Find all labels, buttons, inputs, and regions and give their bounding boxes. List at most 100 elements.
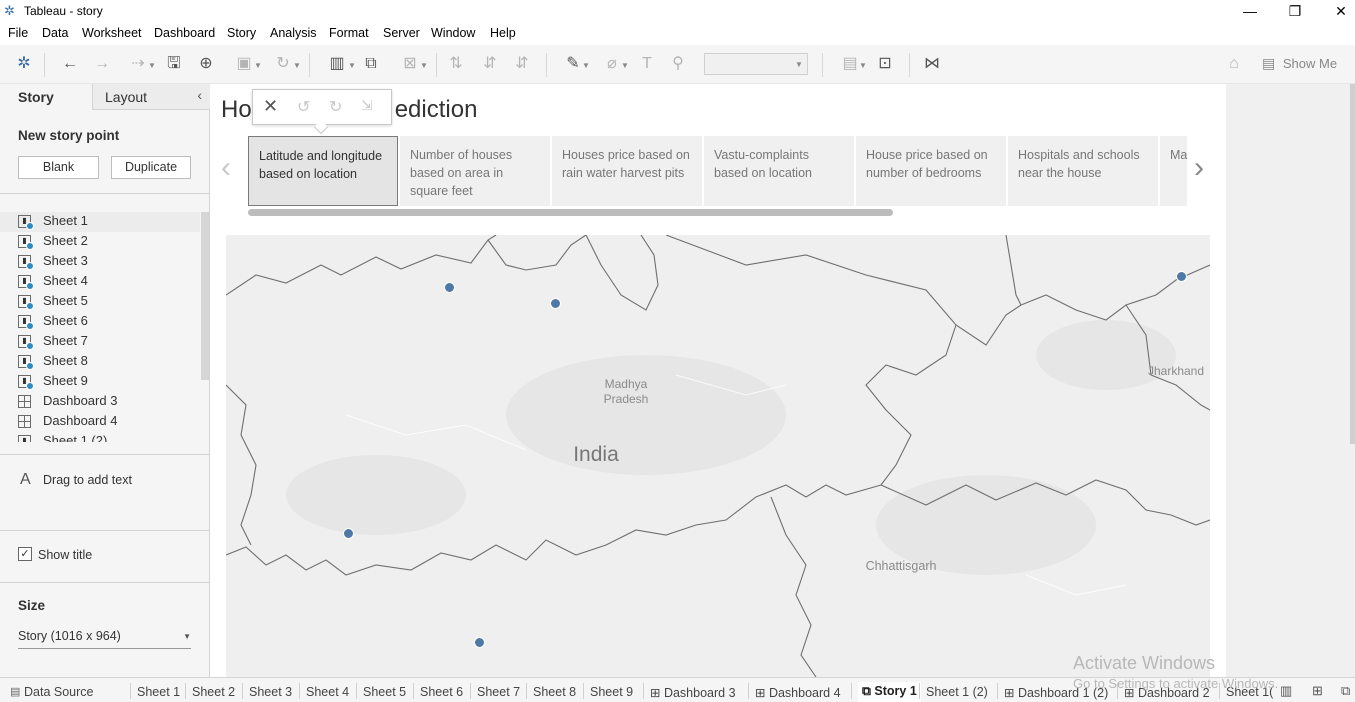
menu-analysis[interactable]: Analysis <box>270 26 317 40</box>
tableau-logo-icon: ✲ <box>4 3 15 18</box>
menu-story[interactable]: Story <box>227 26 256 40</box>
story-point-4[interactable]: Vastu-complaints based on location <box>704 136 854 206</box>
sheet-list-item[interactable]: ▮ Sheet 8 <box>18 352 198 372</box>
sheet-list-item[interactable]: ▮ Sheet 2 <box>18 232 198 252</box>
sheet-tab[interactable]: Sheet 5 <box>363 685 406 699</box>
map-data-point[interactable] <box>1176 271 1187 282</box>
sort-descending-icon[interactable]: ⇵ <box>512 54 532 74</box>
sheet-list-item[interactable]: ▮ Sheet 7 <box>18 332 198 352</box>
story-point-2[interactable]: Number of houses based on area in square… <box>400 136 550 206</box>
size-dropdown[interactable]: Story (1016 x 964) ▼ <box>18 629 191 649</box>
menu-file[interactable]: File <box>8 26 28 40</box>
map-boundaries <box>226 235 1210 677</box>
sheet-list-item[interactable]: ▮ Sheet 3 <box>18 252 198 272</box>
sheet-list-item[interactable]: Dashboard 4 <box>18 412 198 432</box>
drag-to-add-text[interactable]: Drag to add text <box>43 473 132 487</box>
sheet-tab[interactable]: Sheet 6 <box>420 685 463 699</box>
map-view[interactable]: Madhya Pradesh Jharkhand Chhattisgarh In… <box>226 235 1210 677</box>
sheet-tab[interactable]: Sheet 7 <box>477 685 520 699</box>
pause-updates-icon[interactable]: ▣ ▼ <box>227 54 261 74</box>
menu-worksheet[interactable]: Worksheet <box>82 26 142 40</box>
sheet-list-item[interactable]: ▮ Sheet 9 <box>18 372 198 392</box>
sheet-tab[interactable]: Sheet 1 (2) <box>926 685 988 699</box>
group-icon[interactable]: ⌀ ▼ <box>596 54 629 74</box>
undo-icon[interactable]: ← <box>60 54 80 74</box>
story-point-1[interactable]: Latitude and longitude based on location <box>248 136 398 206</box>
canvas-scrollbar[interactable] <box>1350 84 1355 444</box>
new-worksheet-icon[interactable]: ▥ ▼ <box>319 54 355 74</box>
tab-story[interactable]: Story <box>0 84 92 110</box>
duplicate-sheet-icon[interactable]: ⧉ <box>361 54 381 74</box>
tab-data-source[interactable]: Data Source <box>24 685 93 699</box>
menu-server[interactable]: Server <box>383 26 420 40</box>
sheets-scrollbar[interactable] <box>201 212 209 380</box>
new-story-point-heading: New story point <box>18 128 120 143</box>
tableau-home-icon[interactable]: ✲ <box>14 54 34 74</box>
sort-ascending-icon[interactable]: ⇵ <box>480 54 500 74</box>
save-icon[interactable]: 🖫 <box>164 54 184 74</box>
swap-icon[interactable]: ⇅ <box>446 54 466 74</box>
pin-icon[interactable]: ⚲ <box>668 54 688 74</box>
used-check-icon <box>26 362 34 370</box>
story-point-7[interactable]: Ma hou <box>1160 136 1187 206</box>
story-point-3[interactable]: Houses price based on rain water harvest… <box>552 136 702 206</box>
sheet-tab[interactable]: Sheet 1 <box>137 685 180 699</box>
show-me-button[interactable]: ▤ Show Me <box>1262 55 1337 75</box>
highlight-icon[interactable]: ✎ ▼ <box>557 54 590 74</box>
story-point-6[interactable]: Hospitals and schools near the house <box>1008 136 1158 206</box>
sheet-list-item[interactable]: Dashboard 3 <box>18 392 198 412</box>
tab-layout[interactable]: Layout ‹ <box>92 84 210 110</box>
blank-button[interactable]: Blank <box>18 156 99 179</box>
new-dashboard-tab-icon[interactable]: ⊞ <box>1312 683 1323 699</box>
sheet-tab[interactable]: ⊞ Dashboard 4 <box>755 685 841 700</box>
sheet-list-item[interactable]: ▮ Sheet 6 <box>18 312 198 332</box>
replay-icon[interactable]: ⇢ ▼ <box>121 54 156 74</box>
maximize-button[interactable]: ❐ <box>1272 0 1318 23</box>
label-icon[interactable]: T <box>637 54 657 74</box>
sheet-list-item[interactable]: ▮ Sheet 4 <box>18 272 198 292</box>
show-cards-icon[interactable]: ▤ ▼ <box>834 54 866 74</box>
sheet-list-item[interactable]: ▮ Sheet 1 (2) <box>18 432 198 442</box>
menu-help[interactable]: Help <box>490 26 516 40</box>
clear-sheet-icon[interactable]: ⊠ ▼ <box>393 54 428 74</box>
dashboard-icon: ⊞ <box>1004 686 1018 700</box>
sheet-tab[interactable]: Sheet 2 <box>192 685 235 699</box>
share-icon[interactable]: ⋈ <box>922 54 942 74</box>
menu-data[interactable]: Data <box>42 26 68 40</box>
sheet-list-item[interactable]: ▮ Sheet 5 <box>18 292 198 312</box>
dashboard-icon <box>18 395 31 408</box>
sheet-tab[interactable]: ⧉ Story 1 <box>858 682 921 702</box>
new-story-tab-icon[interactable]: ⧉ <box>1341 683 1350 699</box>
next-point-arrow[interactable]: › <box>1194 151 1204 185</box>
minimize-button[interactable]: — <box>1227 0 1273 23</box>
menu-dashboard[interactable]: Dashboard <box>154 26 215 40</box>
prev-point-arrow[interactable]: ‹ <box>221 151 231 185</box>
show-title-checkbox[interactable]: ✓ <box>18 547 32 561</box>
new-data-source-icon[interactable]: ⊕ <box>195 54 217 74</box>
menu-format[interactable]: Format <box>329 26 369 40</box>
sheet-tab[interactable]: Sheet 4 <box>306 685 349 699</box>
sheet-list-item[interactable]: ▮ Sheet 1 <box>18 212 198 232</box>
format-painter-icon[interactable]: ⌂ <box>1224 54 1244 74</box>
presentation-mode-icon[interactable]: ⊡ <box>875 54 895 74</box>
collapse-icon[interactable]: ‹ <box>197 87 202 103</box>
map-data-point[interactable] <box>444 282 455 293</box>
menu-window[interactable]: Window <box>431 26 475 40</box>
sheet-tab[interactable]: ⊞ Dashboard 3 <box>650 685 736 700</box>
sheet-tab[interactable]: Sheet 9 <box>590 685 633 699</box>
refresh-icon[interactable]: ↻ ▼ <box>266 54 301 74</box>
map-data-point[interactable] <box>343 528 354 539</box>
new-worksheet-tab-icon[interactable]: ▥ <box>1280 683 1292 699</box>
navigator-scrollbar[interactable] <box>248 209 893 216</box>
fit-dropdown[interactable]: ▼ <box>704 53 808 75</box>
map-data-point[interactable] <box>474 637 485 648</box>
story-point-5[interactable]: House price based on number of bedrooms <box>856 136 1006 206</box>
sheet-tab[interactable]: Sheet 3 <box>249 685 292 699</box>
show-me-icon: ▤ <box>1262 55 1276 71</box>
used-check-icon <box>26 382 34 390</box>
map-data-point[interactable] <box>550 298 561 309</box>
duplicate-button[interactable]: Duplicate <box>111 156 191 179</box>
close-button[interactable]: ✕ <box>1318 0 1355 23</box>
sheet-tab[interactable]: Sheet 8 <box>533 685 576 699</box>
redo-icon[interactable]: → <box>92 54 112 74</box>
